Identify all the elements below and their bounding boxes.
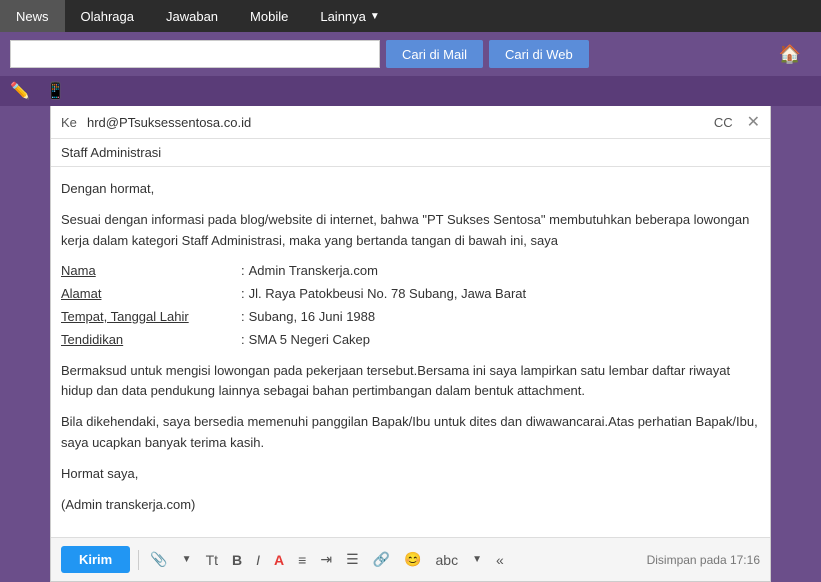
nav-item-mobile[interactable]: Mobile [234,0,304,32]
field-nama-row: Nama : Admin Transkerja.com [61,261,760,282]
emoji-icon[interactable]: 😊 [401,549,424,570]
search-input[interactable] [10,40,380,68]
indent-icon[interactable]: ⇥ [317,549,335,570]
subject-row: Staff Administrasi [51,139,770,167]
nav-item-jawaban[interactable]: Jawaban [150,0,234,32]
to-row: Ke hrd@PTsuksessentosa.co.id CC ✕ [51,106,770,139]
cc-label[interactable]: CC [714,115,733,130]
field-nama-value: Admin Transkerja.com [249,261,378,282]
body-greeting: Dengan hormat, [61,179,760,200]
subject-text: Staff Administrasi [61,145,161,160]
font-color-icon[interactable]: A [271,550,287,570]
search-web-button[interactable]: Cari di Web [489,40,589,68]
bold-icon[interactable]: B [229,550,245,570]
field-alamat-row: Alamat : Jl. Raya Patokbeusi No. 78 Suba… [61,284,760,305]
more-options-icon[interactable]: « [493,550,507,570]
email-compose: Ke hrd@PTsuksessentosa.co.id CC ✕ Staff … [50,106,771,582]
field-pendidikan-row: Tendidikan : SMA 5 Negeri Cakep [61,330,760,351]
send-button[interactable]: Kirim [61,546,130,573]
align-icon[interactable]: ☰ [343,549,362,570]
bullet-list-icon[interactable]: ≡ [295,550,309,570]
field-pendidikan-value: SMA 5 Negeri Cakep [249,330,370,351]
saved-status: Disimpan pada 17:16 [647,553,760,567]
email-body: Dengan hormat, Sesuai dengan informasi p… [51,167,770,537]
close-icon[interactable]: ✕ [747,112,760,132]
compose-toolbar: Kirim 📎 ▼ Tt B I A ≡ ⇥ ☰ 🔗 😊 abc ▼ « Dis… [51,537,770,581]
nav-label-news: News [16,9,49,24]
link-icon[interactable]: 🔗 [370,549,393,570]
attach-dropdown-icon[interactable]: ▼ [179,552,195,567]
nav-item-lainnya[interactable]: Lainnya ▼ [304,0,395,32]
to-address: hrd@PTsuksessentosa.co.id [87,115,708,130]
attach-icon[interactable]: 📎 [147,549,170,570]
to-label: Ke [61,115,81,130]
field-ttl-label: Tempat, Tanggal Lahir [61,307,241,328]
nav-label-lainnya: Lainnya [320,9,366,24]
icon-row: ✏️ 📱 [0,76,821,106]
nav-bar: News Olahraga Jawaban Mobile Lainnya ▼ [0,0,821,32]
field-nama-label: Nama [61,261,241,282]
body-para2: Bermaksud untuk mengisi lowongan pada pe… [61,361,760,403]
italic-icon[interactable]: I [253,550,263,570]
home-icon[interactable]: 🏠 [769,44,811,65]
spellcheck-icon[interactable]: abc [433,550,462,570]
body-closing: Hormat saya, [61,464,760,485]
field-ttl-value: Subang, 16 Juni 1988 [249,307,376,328]
field-ttl-colon: : [241,307,245,328]
mobile-icon[interactable]: 📱 [46,81,66,101]
field-pendidikan-colon: : [241,330,245,351]
spellcheck-dropdown-icon[interactable]: ▼ [469,552,485,567]
field-alamat-colon: : [241,284,245,305]
field-alamat-value: Jl. Raya Patokbeusi No. 78 Subang, Jawa … [249,284,527,305]
search-bar: Cari di Mail Cari di Web 🏠 [0,32,821,76]
field-ttl-row: Tempat, Tanggal Lahir : Subang, 16 Juni … [61,307,760,328]
field-pendidikan-label: Tendidikan [61,330,241,351]
body-para3: Bila dikehendaki, saya bersedia memenuhi… [61,412,760,454]
text-format-icon[interactable]: Tt [203,550,221,570]
nav-label-olahraga: Olahraga [81,9,134,24]
nav-label-mobile: Mobile [250,9,288,24]
field-alamat-label: Alamat [61,284,241,305]
nav-label-jawaban: Jawaban [166,9,218,24]
body-intro: Sesuai dengan informasi pada blog/websit… [61,210,760,252]
chevron-down-icon: ▼ [370,11,380,22]
compose-icon[interactable]: ✏️ [10,81,30,101]
field-nama-colon: : [241,261,245,282]
nav-item-olahraga[interactable]: Olahraga [65,0,150,32]
nav-item-news[interactable]: News [0,0,65,32]
toolbar-separator [138,550,139,570]
search-mail-button[interactable]: Cari di Mail [386,40,483,68]
body-signature: (Admin transkerja.com) [61,495,760,516]
